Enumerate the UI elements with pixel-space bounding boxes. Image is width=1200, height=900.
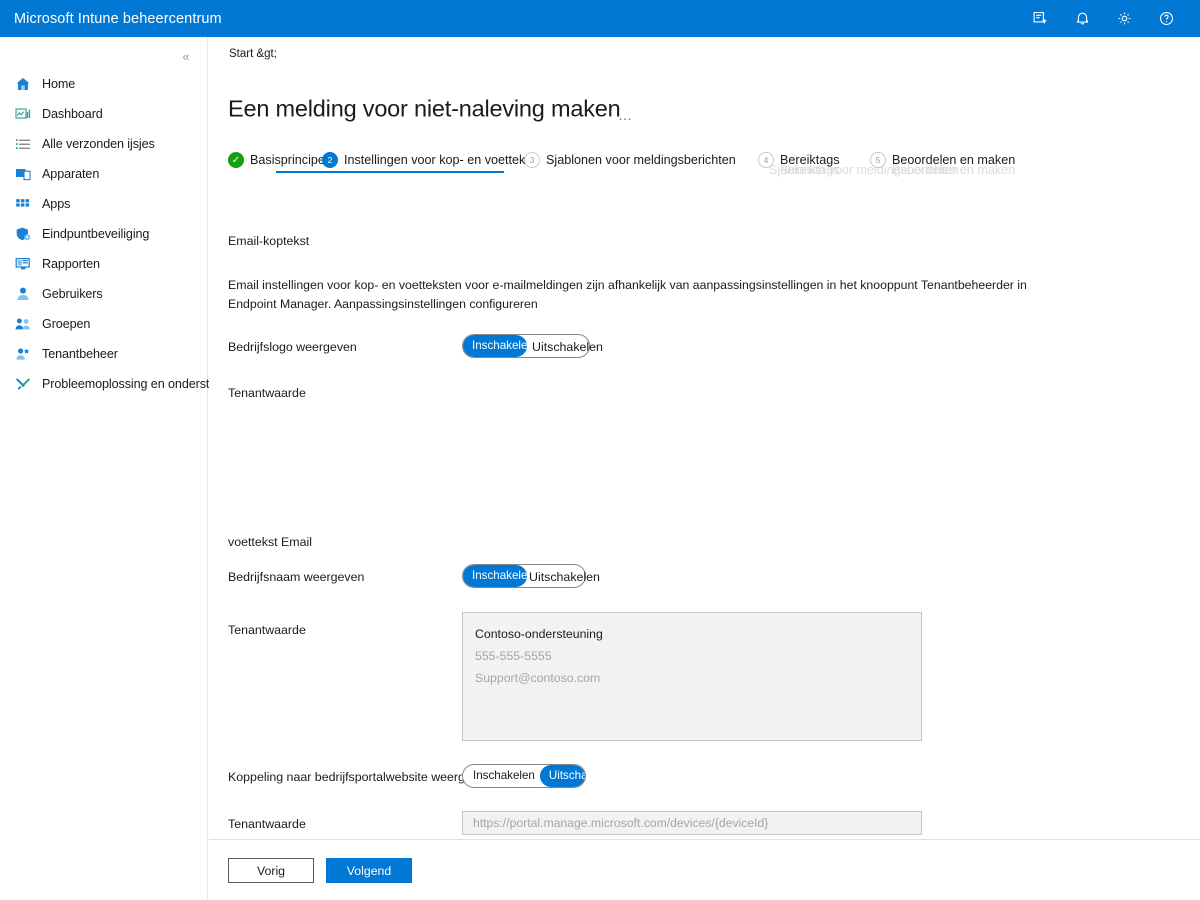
sidebar-nav-list: Home Dashboard Alle verzonden ijsjes App… — [0, 69, 247, 399]
more-actions-icon[interactable]: … — [618, 107, 634, 123]
show-company-logo-label: Bedrijfslogo weergeven — [228, 340, 357, 354]
list-icon — [14, 136, 31, 153]
app-header: Microsoft Intune beheercentrum — [0, 0, 1200, 37]
devices-icon — [14, 166, 31, 183]
portal-url-input[interactable]: https://portal.manage.microsoft.com/devi… — [462, 811, 922, 835]
sidebar-item-label: Apps — [42, 197, 71, 211]
portal-tenant-value-label: Tenantwaarde — [228, 817, 306, 831]
wizard-step-label: Sjablonen voor meldingsberichten — [546, 153, 736, 167]
sidebar-item-all-sent[interactable]: Alle verzonden ijsjes — [0, 129, 208, 159]
next-button[interactable]: Volgend — [326, 858, 412, 883]
show-company-name-option-off[interactable]: Uitschakelen — [529, 570, 600, 584]
step-status-check-icon: ✓ — [228, 152, 244, 168]
dashboard-icon — [14, 106, 31, 123]
wizard-step-4-ghost: Bereiktags — [780, 163, 840, 177]
step-number-badge: 5 — [870, 152, 886, 168]
sidebar-collapse-chevron-icon[interactable]: « — [175, 45, 197, 67]
toggle-option-on[interactable]: Inschakelen — [463, 335, 527, 357]
app-title: Microsoft Intune beheercentrum — [14, 10, 222, 27]
wizard-step-label: Basisprincipes — [250, 153, 332, 167]
sidebar-item-label: Home — [42, 77, 76, 91]
step-number-badge: 4 — [758, 152, 774, 168]
tenant-value-line: 555-555-5555 — [475, 649, 552, 663]
sidebar-item-label: Eindpuntbeveiliging — [42, 227, 150, 241]
previous-button[interactable]: Vorig — [228, 858, 314, 883]
footer-tenant-value-textarea[interactable]: Contoso-ondersteuning 555-555-5555 Suppo… — [462, 612, 922, 741]
toggle-option-on[interactable]: Inschakelen — [463, 765, 544, 787]
page-title: Een melding voor niet-naleving maken — [228, 95, 621, 122]
sidebar-item-users[interactable]: Gebruikers — [0, 279, 208, 309]
sidebar: « Home Dashboard Alle verzonden ijsjes A… — [0, 37, 247, 900]
tenant-value-line: Support@contoso.com — [475, 671, 601, 685]
sidebar-item-label: Rapporten — [42, 257, 100, 271]
home-icon — [14, 76, 31, 93]
reports-monitor-icon — [14, 256, 31, 273]
wizard-footer: Vorig Volgend — [228, 858, 412, 883]
header-icon-group — [1024, 3, 1200, 35]
wizard-step-5-ghost: Beoordelen en maken — [892, 163, 1016, 177]
apps-grid-icon — [14, 196, 31, 213]
feedback-icon[interactable] — [1024, 3, 1056, 35]
user-icon — [14, 286, 31, 303]
users-group-icon — [14, 316, 31, 333]
notifications-bell-icon[interactable] — [1066, 3, 1098, 35]
sidebar-item-label: Alle verzonden ijsjes — [42, 137, 155, 151]
wizard-steps: ✓ Basisprincipes 2 Instellingen voor kop… — [209, 145, 1200, 187]
wizard-active-underline — [276, 171, 504, 173]
help-question-icon[interactable] — [1150, 3, 1182, 35]
email-header-section-title: Email-koptekst — [228, 234, 310, 248]
settings-gear-icon[interactable] — [1108, 3, 1140, 35]
show-company-name-label: Bedrijfsnaam weergeven — [228, 570, 365, 584]
step-number-badge: 2 — [322, 152, 338, 168]
wizard-step-label: Instellingen voor kop- en voettekst — [344, 153, 536, 167]
sidebar-item-reports[interactable]: Rapporten — [0, 249, 208, 279]
footer-divider — [209, 839, 1200, 840]
show-portal-link-label: Koppeling naar bedrijfsportalwebsite wee… — [228, 770, 492, 784]
show-portal-link-toggle[interactable]: Inschakelen Uitschakelen — [462, 764, 586, 788]
shield-icon — [14, 226, 31, 243]
sidebar-item-devices[interactable]: Apparaten — [0, 159, 208, 189]
sidebar-item-home[interactable]: Home — [0, 69, 208, 99]
sidebar-item-label: Dashboard — [42, 107, 103, 121]
sidebar-item-label: Tenantbeheer — [42, 347, 118, 361]
sidebar-item-groups[interactable]: Groepen — [0, 309, 208, 339]
step-number-badge: 3 — [524, 152, 540, 168]
toggle-option-off[interactable]: Uitschakelen — [539, 765, 585, 787]
sidebar-item-troubleshooting[interactable]: Probleemoplossing en ondersteuning — [0, 369, 247, 399]
tools-wrench-icon — [14, 376, 31, 393]
breadcrumb[interactable]: Start &gt; — [229, 48, 277, 60]
main-content: Start &gt; Een melding voor niet-nalevin… — [209, 37, 1200, 900]
header-tenant-value-label: Tenantwaarde — [228, 386, 306, 400]
sidebar-item-apps[interactable]: Apps — [0, 189, 208, 219]
sidebar-item-dashboard[interactable]: Dashboard — [0, 99, 208, 129]
show-company-logo-option-off[interactable]: Uitschakelen — [532, 340, 603, 354]
tenant-value-line: Contoso-ondersteuning — [475, 627, 603, 641]
portal-url-placeholder: https://portal.manage.microsoft.com/devi… — [473, 816, 769, 830]
sidebar-item-label: Gebruikers — [42, 287, 103, 301]
email-footer-section-title: voettekst Email — [228, 535, 313, 549]
tenant-admin-icon — [14, 346, 31, 363]
wizard-step-3[interactable]: 3 Sjablonen voor meldingsberichten — [524, 145, 736, 175]
toggle-option-on[interactable]: Inschakelen — [463, 565, 527, 587]
header-footer-help-text: Email instellingen voor kop- en voetteks… — [228, 278, 1027, 311]
footer-tenant-value-label: Tenantwaarde — [228, 623, 306, 637]
sidebar-item-tenant-admin[interactable]: Tenantbeheer — [0, 339, 208, 369]
sidebar-item-endpoint-security[interactable]: Eindpuntbeveiliging — [0, 219, 208, 249]
sidebar-item-label: Apparaten — [42, 167, 100, 181]
sidebar-item-label: Groepen — [42, 317, 91, 331]
